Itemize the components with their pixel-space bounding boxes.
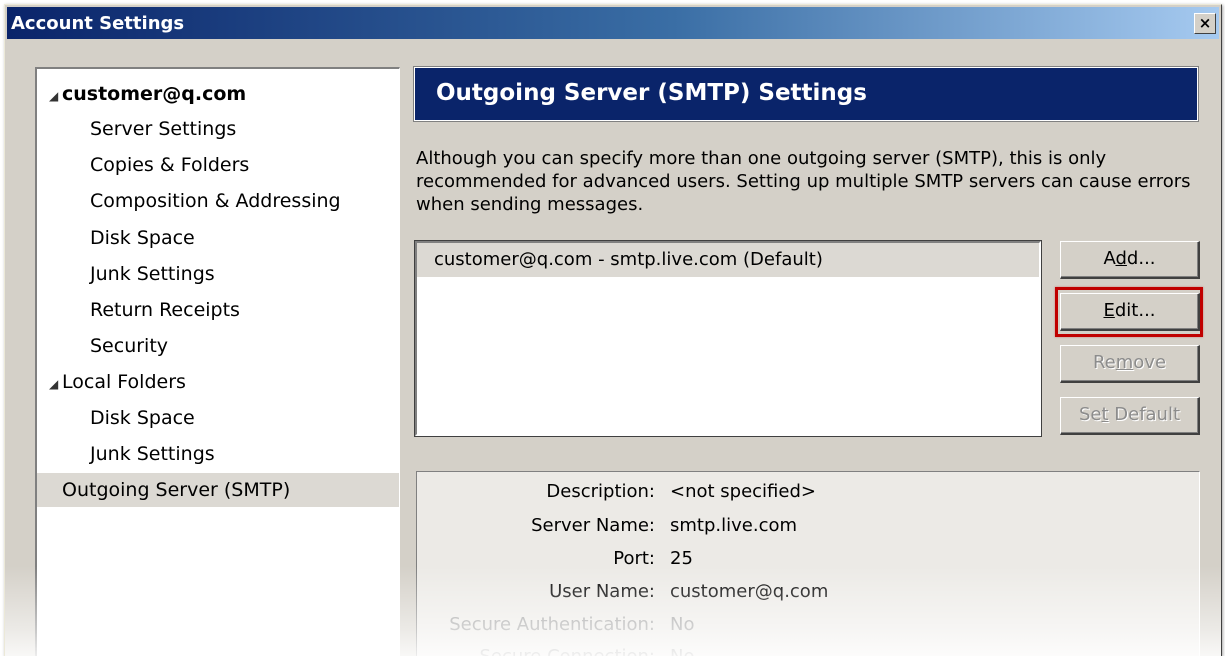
tree-item-label: customer@q.com	[62, 83, 247, 105]
detail-server-name: Server Name: smtp.live.com	[417, 509, 1199, 542]
account-settings-window: Account Settings × ◢ customer@q.com Serve…	[4, 4, 1222, 656]
detail-label: Secure Connection:	[479, 640, 655, 656]
close-icon[interactable]: ×	[1194, 13, 1216, 34]
detail-secure-connection: Secure Connection: No	[417, 640, 1199, 656]
tree-item-label: Disk Space	[90, 227, 195, 249]
tree-item-composition-addressing[interactable]: Composition & Addressing	[37, 184, 399, 218]
tree-item-outgoing-server[interactable]: Outgoing Server (SMTP)	[37, 473, 399, 507]
detail-port: Port: 25	[417, 542, 1199, 575]
remove-button[interactable]: Remove	[1060, 345, 1200, 383]
detail-value: smtp.live.com	[670, 515, 798, 536]
page-title: Outgoing Server (SMTP) Settings	[436, 80, 867, 106]
tree-item-label: Outgoing Server (SMTP)	[62, 479, 291, 501]
tree-item-label: Junk Settings	[90, 443, 215, 465]
detail-value: customer@q.com	[670, 581, 829, 602]
tree-item-copies-folders[interactable]: Copies & Folders	[37, 148, 399, 182]
detail-description: Description: <not specified>	[417, 475, 1199, 508]
tree-item-local-disk-space[interactable]: Disk Space	[37, 401, 399, 435]
detail-value: No	[670, 614, 695, 635]
smtp-server-item[interactable]: customer@q.com - smtp.live.com (Default)	[417, 243, 1039, 277]
server-details-panel: Description: <not specified> Server Name…	[416, 471, 1200, 656]
detail-label: User Name:	[549, 581, 655, 602]
tree-item-label: Composition & Addressing	[90, 190, 341, 212]
expand-triangle-icon[interactable]: ◢	[49, 79, 61, 113]
tree-item-junk-settings[interactable]: Junk Settings	[37, 257, 399, 291]
tree-item-label: Security	[90, 335, 169, 357]
add-button[interactable]: Add...	[1060, 241, 1200, 279]
detail-value: <not specified>	[670, 481, 816, 502]
page-header: Outgoing Server (SMTP) Settings	[413, 66, 1199, 122]
set-default-button[interactable]: Set Default	[1060, 397, 1200, 435]
detail-label: Port:	[613, 548, 655, 569]
tree-item-label: Local Folders	[62, 371, 186, 393]
account-tree[interactable]: ◢ customer@q.com Server Settings Copies &…	[35, 67, 400, 656]
tree-item-account[interactable]: ◢ customer@q.com	[37, 77, 399, 111]
tree-item-label: Copies & Folders	[90, 154, 250, 176]
tree-item-local-junk-settings[interactable]: Junk Settings	[37, 437, 399, 471]
detail-label: Description:	[546, 481, 655, 502]
detail-secure-authentication: Secure Authentication: No	[417, 608, 1199, 641]
tree-item-label: Server Settings	[90, 118, 237, 140]
smtp-description: Although you can specify more than one o…	[416, 148, 1191, 215]
title-bar[interactable]: Account Settings ×	[7, 7, 1219, 39]
tree-item-security[interactable]: Security	[37, 329, 399, 363]
tree-item-disk-space[interactable]: Disk Space	[37, 221, 399, 255]
expand-triangle-icon[interactable]: ◢	[49, 367, 61, 401]
tree-item-label: Disk Space	[90, 407, 195, 429]
edit-button[interactable]: Edit...	[1060, 293, 1200, 331]
tree-item-label: Junk Settings	[90, 263, 215, 285]
tree-item-label: Return Receipts	[90, 299, 240, 321]
tree-item-server-settings[interactable]: Server Settings	[37, 112, 399, 146]
detail-value: No	[670, 640, 694, 656]
tree-item-local-folders[interactable]: ◢ Local Folders	[37, 365, 399, 399]
smtp-server-list[interactable]: customer@q.com - smtp.live.com (Default)	[414, 240, 1042, 437]
window-title: Account Settings	[11, 13, 185, 34]
detail-label: Server Name:	[531, 515, 655, 536]
detail-value: 25	[670, 548, 693, 569]
detail-label: Secure Authentication:	[449, 614, 655, 635]
detail-user-name: User Name: customer@q.com	[417, 575, 1199, 608]
tree-item-return-receipts[interactable]: Return Receipts	[37, 293, 399, 327]
